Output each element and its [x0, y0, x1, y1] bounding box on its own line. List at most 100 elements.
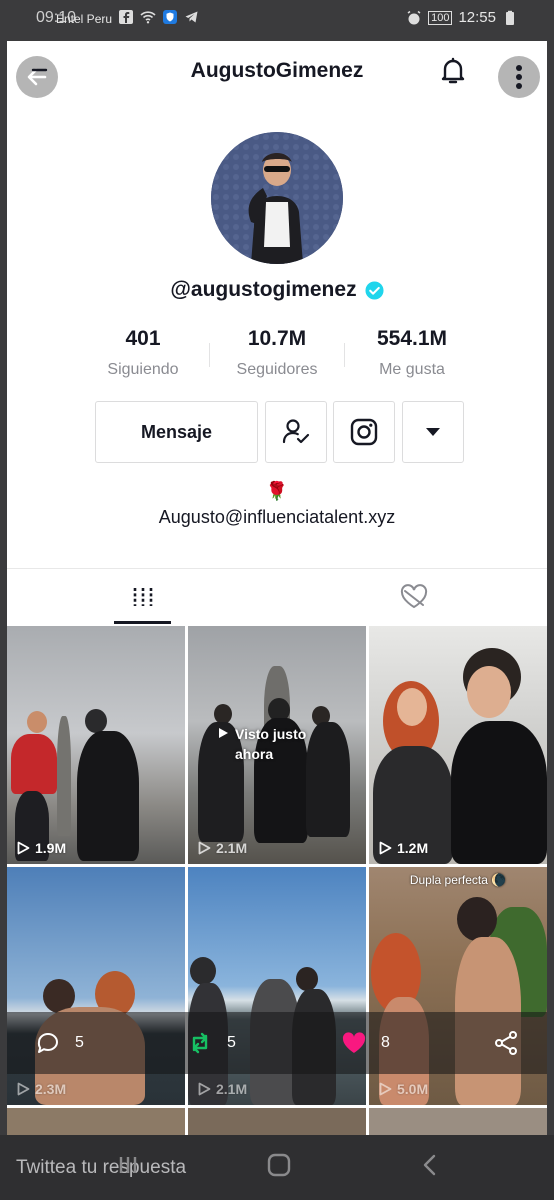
- video-tile[interactable]: 1.2M: [369, 626, 547, 864]
- reply-action[interactable]: 5: [35, 1030, 84, 1056]
- share-icon: [495, 1031, 517, 1055]
- reply-compose-area: Twittea tu respuesta: [0, 1135, 554, 1200]
- profile-stats: 401 Siguiendo 10.7M Seguidores 554.1M Me…: [7, 327, 547, 387]
- profile-avatar[interactable]: [211, 132, 343, 264]
- telegram-icon: [185, 11, 198, 23]
- person-head: [214, 704, 232, 724]
- like-count: 8: [381, 1034, 390, 1051]
- videos-grid-icon: [133, 587, 152, 606]
- status-clock: 12:55: [458, 9, 496, 26]
- battery-icon: [506, 10, 514, 25]
- instagram-icon: [350, 418, 378, 446]
- stat-followers[interactable]: 10.7M Seguidores: [207, 327, 347, 379]
- back-nav-icon[interactable]: [418, 1153, 442, 1177]
- wifi-icon: [140, 11, 156, 24]
- alarm-icon: [407, 10, 421, 24]
- play-icon: [379, 841, 392, 855]
- video-views: 5.0M: [379, 1081, 428, 1097]
- like-action[interactable]: 8: [341, 1030, 390, 1056]
- reply-input[interactable]: Twittea tu respuesta: [16, 1157, 186, 1179]
- person: [11, 734, 57, 794]
- video-tile[interactable]: 1.9M: [7, 626, 185, 864]
- video-views-count: 5.0M: [397, 1081, 429, 1097]
- person-head: [296, 967, 318, 991]
- stat-likes-label: Me gusta: [379, 361, 445, 378]
- retweet-icon: [192, 1032, 208, 1054]
- person: [451, 721, 547, 864]
- monument: [57, 716, 71, 836]
- bio-email[interactable]: Augusto@influenciatalent.xyz: [7, 507, 547, 528]
- liked-hidden-icon: [400, 583, 427, 608]
- person-head: [397, 688, 427, 726]
- share-action[interactable]: [493, 1030, 519, 1056]
- video-tile[interactable]: [7, 1108, 185, 1135]
- instagram-button[interactable]: [333, 401, 395, 463]
- play-icon: [17, 1082, 30, 1096]
- message-button-label: Mensaje: [140, 421, 213, 442]
- video-views-count: 2.3M: [35, 1081, 67, 1097]
- more-options-button[interactable]: [498, 56, 540, 98]
- retweet-action[interactable]: 5: [187, 1030, 236, 1056]
- active-tab-indicator: [114, 621, 171, 624]
- username-row: @augustogimenez: [7, 278, 547, 302]
- notification-bell-icon[interactable]: [437, 55, 469, 87]
- profile-header: AugustoGimenez: [7, 41, 547, 103]
- stats-divider: [209, 343, 210, 367]
- home-nav-icon[interactable]: [267, 1153, 291, 1177]
- phone-frame: 09:10 Entel Peru 100 12:55 AugustoGimene…: [0, 0, 554, 1200]
- profile-handle: @augustogimenez: [170, 278, 357, 301]
- video-views-count: 1.2M: [397, 840, 429, 856]
- reply-bubble-icon: [37, 1033, 58, 1053]
- person-head: [27, 711, 47, 733]
- tiktok-profile-page: AugustoGimenez @augustogimenez 401 Sigui…: [7, 41, 547, 1135]
- person-head: [457, 897, 497, 941]
- video-views-count: 1.9M: [35, 840, 67, 856]
- retweet-count: 5: [227, 1034, 236, 1051]
- stats-divider: [344, 343, 345, 367]
- tabs-divider: [7, 568, 547, 569]
- recent-apps-icon[interactable]: [116, 1153, 140, 1177]
- bio-emoji: 🌹: [265, 481, 289, 501]
- play-icon: [198, 841, 211, 855]
- carrier-label: Entel Peru: [56, 12, 113, 26]
- stat-following-value: 401: [125, 327, 161, 350]
- caret-down-icon: [426, 428, 440, 436]
- person-head: [190, 957, 216, 985]
- facebook-icon: [119, 10, 133, 24]
- status-bar: 09:10 Entel Peru 100 12:55: [0, 0, 554, 40]
- stat-likes[interactable]: 554.1M Me gusta: [342, 327, 482, 379]
- watched-label: Visto justo ahora: [218, 724, 335, 764]
- play-icon: [17, 841, 30, 855]
- play-icon: [198, 1082, 211, 1096]
- video-tile[interactable]: [188, 1108, 366, 1135]
- person: [77, 731, 139, 861]
- heart-icon: [342, 1032, 366, 1053]
- video-caption: Dupla perfecta 🌘: [409, 873, 507, 887]
- tab-videos[interactable]: [114, 569, 171, 624]
- video-views-count: 2.1M: [216, 1081, 248, 1097]
- tweet-actions-bar: 5 5 8: [7, 1012, 547, 1074]
- stat-followers-value: 10.7M: [247, 327, 307, 350]
- video-views: 1.2M: [379, 840, 428, 856]
- play-icon: [219, 728, 228, 738]
- suggested-accounts-button[interactable]: [402, 401, 464, 463]
- stat-following[interactable]: 401 Siguiendo: [73, 327, 213, 379]
- video-views: 1.9M: [17, 840, 66, 856]
- video-tile[interactable]: Visto justo ahora 2.1M: [188, 626, 366, 864]
- user-check-icon: [282, 419, 310, 444]
- tab-liked[interactable]: [385, 569, 442, 624]
- stat-followers-label: Seguidores: [236, 361, 318, 378]
- following-status-button[interactable]: [265, 401, 327, 463]
- message-button[interactable]: Mensaje: [95, 401, 258, 463]
- status-icons-right: 100 12:55: [406, 9, 518, 26]
- person-head: [85, 709, 107, 733]
- status-icons-left: [118, 9, 200, 25]
- person-head: [467, 666, 511, 718]
- stat-following-label: Siguiendo: [107, 361, 179, 378]
- more-vertical-icon: [516, 65, 522, 89]
- shield-app-icon: [163, 10, 177, 24]
- play-icon: [379, 1082, 392, 1096]
- video-views-count: 2.1M: [216, 840, 248, 856]
- reply-count: 5: [75, 1034, 84, 1051]
- video-tile[interactable]: [369, 1108, 547, 1135]
